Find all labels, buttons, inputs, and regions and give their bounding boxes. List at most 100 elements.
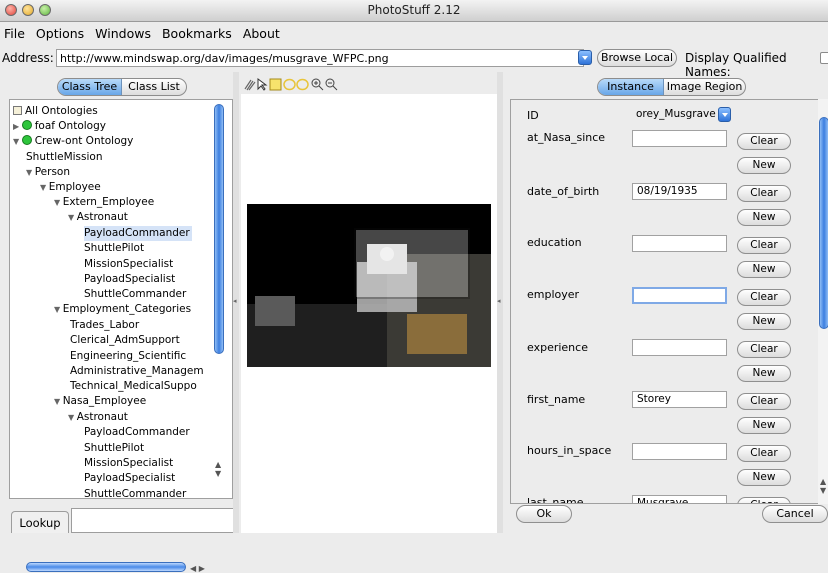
tree-node[interactable]: MissionSpecialist (84, 456, 173, 471)
tree-node[interactable]: Clerical_AdmSupport (70, 333, 180, 348)
ellipse-tool-icon[interactable] (283, 78, 296, 91)
tree-node[interactable]: Technical_MedicalSuppo (70, 379, 197, 394)
split-divider-right[interactable]: ◂ (497, 72, 503, 533)
expanded-triangle-icon[interactable]: ▼ (68, 213, 77, 222)
field-label: last_name (527, 496, 584, 504)
lookup-button[interactable]: Lookup (11, 511, 69, 533)
tree-node[interactable]: ▼ Employee (40, 180, 101, 195)
clear-button[interactable]: Clear (737, 289, 791, 306)
rectangle-tool-icon[interactable] (269, 78, 282, 91)
tab-instance[interactable]: Instance (598, 79, 665, 95)
expanded-triangle-icon[interactable]: ▼ (54, 198, 63, 207)
tree-vertical-scrollbar[interactable] (214, 104, 224, 354)
tree-node[interactable]: ▼ Extern_Employee (54, 195, 154, 210)
date-of-birth-input[interactable]: 08/19/1935 (632, 183, 727, 200)
form-vertical-scrollbar[interactable] (819, 117, 828, 329)
tree-node[interactable]: ShuttleCommander (84, 287, 186, 302)
new-button[interactable]: New (737, 417, 791, 434)
tree-node[interactable]: ▶ foaf Ontology (13, 119, 106, 134)
class-panel: Class Tree Class List All Ontologies ▶ f… (0, 76, 240, 573)
clear-button[interactable]: Clear (737, 445, 791, 462)
tree-node[interactable]: ShuttlePilot (84, 441, 144, 456)
expanded-triangle-icon[interactable]: ▼ (26, 168, 35, 177)
tree-horizontal-scrollbar[interactable] (26, 562, 186, 572)
hours-in-space-input[interactable] (632, 443, 727, 460)
horizontal-scroll-arrows-icon[interactable]: ◀ ▶ (190, 564, 205, 573)
zoom-in-icon[interactable] (311, 78, 324, 91)
hand-tool-icon[interactable] (243, 78, 256, 91)
menu-file[interactable]: File (4, 26, 25, 41)
new-button[interactable]: New (737, 365, 791, 382)
tab-class-list[interactable]: Class List (122, 79, 186, 95)
tree-node[interactable]: ▼ Astronaut (68, 210, 128, 225)
tree-node[interactable]: PayloadCommander (84, 425, 190, 440)
menu-windows[interactable]: Windows (95, 26, 151, 41)
tree-node[interactable]: Trades_Labor (70, 318, 139, 333)
tree-node[interactable]: Administrative_Managem (70, 364, 204, 379)
tree-node[interactable]: ShuttleMission (26, 150, 103, 165)
select-arrow-icon[interactable] (256, 78, 269, 91)
new-button[interactable]: New (737, 209, 791, 226)
ok-button[interactable]: Ok (516, 505, 572, 523)
clear-button[interactable]: Clear (737, 133, 791, 150)
collapsed-triangle-icon[interactable]: ▶ (13, 122, 22, 131)
address-input[interactable] (56, 49, 584, 67)
at-nasa-since-input[interactable] (632, 130, 727, 147)
tree-node[interactable]: Engineering_Scientific (70, 349, 186, 364)
clear-button[interactable]: Clear (737, 341, 791, 358)
scroll-arrows-icon[interactable]: ▲ ▼ (215, 460, 221, 478)
lookup-field[interactable] (71, 508, 235, 533)
expanded-triangle-icon[interactable]: ▼ (68, 413, 77, 422)
id-combo[interactable]: orey_Musgrave (632, 106, 731, 123)
new-button[interactable]: New (737, 261, 791, 278)
menu-about[interactable]: About (243, 26, 280, 41)
expanded-triangle-icon[interactable]: ▼ (40, 183, 49, 192)
astronaut-photo[interactable] (247, 204, 491, 367)
tree-node[interactable]: ShuttleCommander (84, 487, 186, 498)
cancel-button[interactable]: Cancel (762, 505, 828, 523)
menu-bar: File Options Windows Bookmarks About (0, 23, 828, 43)
employer-input[interactable] (632, 287, 727, 304)
tree-node[interactable]: ▼ Person (26, 165, 70, 180)
tree-node[interactable]: ▼ Astronaut (68, 410, 128, 425)
new-button[interactable]: New (737, 157, 791, 174)
tree-node[interactable]: ▼ Nasa_Employee (54, 394, 146, 409)
address-bar: Address: Browse Local Display Qualified … (0, 46, 828, 79)
tab-class-tree[interactable]: Class Tree (58, 79, 122, 95)
qualified-names-checkbox[interactable] (820, 52, 828, 64)
expanded-triangle-icon[interactable]: ▼ (54, 397, 63, 406)
first-name-input[interactable]: Storey (632, 391, 727, 408)
experience-input[interactable] (632, 339, 727, 356)
zoom-out-icon[interactable] (325, 78, 338, 91)
image-panel (241, 76, 501, 533)
tree-node[interactable]: PayloadSpecialist (84, 471, 175, 486)
tree-node-selected[interactable]: PayloadCommander (84, 226, 192, 241)
tab-image-region[interactable]: Image Region (664, 79, 745, 95)
polygon-tool-icon[interactable] (296, 78, 309, 91)
new-button[interactable]: New (737, 313, 791, 330)
clear-button[interactable]: Clear (737, 393, 791, 410)
clear-button[interactable]: Clear (737, 237, 791, 254)
tree-node[interactable]: MissionSpecialist (84, 257, 173, 272)
tree-node[interactable]: ▼ Crew-ont Ontology (13, 134, 133, 149)
expanded-triangle-icon[interactable]: ▼ (13, 137, 22, 146)
tree-node[interactable]: PayloadSpecialist (84, 272, 175, 287)
form-scroll-track[interactable]: ▲ ▼ (818, 99, 828, 504)
split-divider-left[interactable]: ◂ (233, 72, 239, 533)
id-dropdown-icon[interactable] (718, 107, 731, 122)
tree-node[interactable]: All Ontologies (13, 104, 98, 119)
menu-options[interactable]: Options (36, 26, 84, 41)
menu-bookmarks[interactable]: Bookmarks (162, 26, 232, 41)
region-selection-box[interactable] (354, 228, 470, 299)
scroll-arrows-icon[interactable]: ▲ ▼ (820, 477, 826, 495)
new-button[interactable]: New (737, 469, 791, 486)
clear-button[interactable]: Clear (737, 185, 791, 202)
browse-local-button[interactable]: Browse Local (597, 49, 677, 67)
tree-node[interactable]: ▼ Employment_Categories (54, 302, 191, 317)
address-dropdown-icon[interactable] (578, 50, 592, 65)
last-name-input[interactable]: Musgrave (632, 495, 727, 503)
clear-button[interactable]: Clear (737, 497, 791, 503)
tree-node[interactable]: ShuttlePilot (84, 241, 144, 256)
education-input[interactable] (632, 235, 727, 252)
expanded-triangle-icon[interactable]: ▼ (54, 305, 63, 314)
